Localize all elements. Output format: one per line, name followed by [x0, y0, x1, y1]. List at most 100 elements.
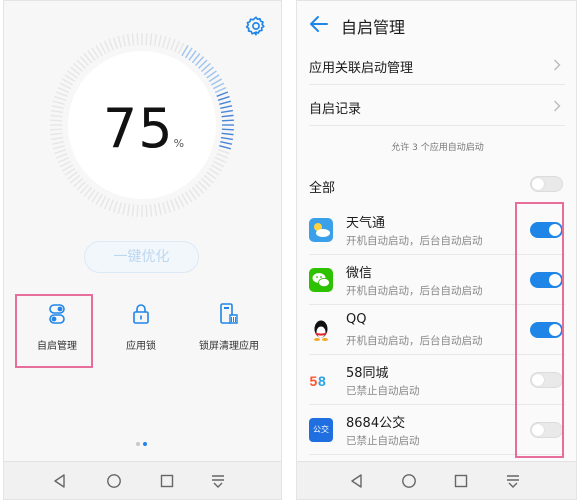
row-label: 应用关联启动管理 — [309, 61, 414, 76]
gauge-tick — [57, 86, 70, 94]
feature-lockscreen-clean[interactable]: 锁屏清理应用 — [184, 297, 274, 352]
gauge-tick — [173, 40, 181, 53]
back-arrow-icon[interactable] — [309, 15, 329, 33]
gauge-tick — [122, 34, 127, 47]
gauge-tick — [177, 195, 185, 208]
app-status: 开机自动启动，后台自动启动 — [346, 235, 483, 247]
back-triangle-icon[interactable] — [52, 473, 68, 489]
app-status: 开机自动启动，后台自动启动 — [346, 335, 483, 347]
gauge-tick — [157, 203, 162, 216]
58-tongcheng-icon: 5 8 — [310, 373, 327, 389]
gauge-tick — [108, 199, 114, 212]
chevron-right-icon — [554, 59, 561, 71]
navigation-bar — [297, 461, 576, 499]
8684-bus-icon: 公交 — [309, 418, 333, 442]
score-value: 75 — [102, 97, 174, 160]
gauge-tick — [145, 204, 148, 217]
gauge-tick — [145, 33, 148, 46]
gauge-tick — [99, 195, 107, 208]
gauge-tick — [216, 91, 229, 97]
home-circle-icon[interactable] — [401, 473, 417, 489]
gauge-tick — [170, 38, 176, 51]
highlight-box — [515, 202, 564, 458]
app-name: 天气通 — [346, 216, 386, 231]
weather-app-icon — [309, 218, 333, 242]
row-label: 自启记录 — [309, 102, 362, 117]
home-circle-icon[interactable] — [106, 473, 122, 489]
gauge-tick — [210, 164, 223, 172]
qq-penguin-icon — [314, 320, 328, 341]
gauge-tick — [153, 34, 158, 47]
gauge-tick — [149, 204, 153, 217]
gauge-tick — [112, 200, 118, 213]
gauge-tick — [149, 33, 153, 46]
gauge-tick — [95, 44, 103, 57]
app-status: 已禁止自动启动 — [346, 385, 420, 397]
gauge-tick — [103, 197, 111, 210]
all-label: 全部 — [309, 181, 336, 196]
chevron-right-icon — [554, 100, 561, 112]
gauge-tick — [173, 197, 181, 210]
gauge-tick — [122, 203, 127, 216]
gauge-tick — [181, 44, 189, 57]
optimize-button[interactable]: 一键优化 — [84, 241, 199, 273]
associated-launch-row[interactable]: 应用关联启动管理 — [309, 45, 565, 85]
gauge-tick — [162, 202, 167, 215]
gauge-tick — [212, 160, 225, 168]
gauge-tick — [126, 34, 131, 47]
page-dot-active — [143, 442, 147, 446]
gauge-tick — [55, 91, 68, 97]
gauge-tick — [157, 34, 162, 47]
phone-manager-screen: 75% 一键优化 自启管理 应用锁 锁屏清理应用 — [3, 0, 282, 500]
gauge-tick — [162, 35, 167, 48]
gauge-tick — [166, 200, 172, 213]
notification-pull-icon[interactable] — [210, 473, 226, 489]
gauge-tick — [131, 204, 135, 217]
startup-manager-screen: 自启管理 应用关联启动管理 自启记录 允许 3 个应用自动启动 全部 天气通 开… — [296, 0, 577, 500]
gauge-tick — [153, 203, 158, 216]
gauge-tick — [59, 160, 72, 168]
svg-text:8: 8 — [318, 373, 326, 389]
app-status: 开机自动启动，后台自动启动 — [346, 285, 483, 297]
gear-icon[interactable] — [245, 15, 267, 37]
gauge-tick — [136, 204, 139, 217]
page-title: 自启管理 — [341, 18, 406, 37]
gauge-tick — [108, 38, 114, 51]
recents-square-icon[interactable] — [453, 473, 469, 489]
score-unit: % — [173, 137, 185, 150]
gauge-tick — [166, 37, 172, 50]
allowed-apps-note: 允许 3 个应用自动启动 — [391, 143, 484, 153]
lock-screen-clean-icon — [220, 303, 238, 324]
title-bar: 自启管理 — [297, 1, 576, 47]
page-indicator — [134, 442, 154, 448]
recents-square-icon[interactable] — [159, 473, 175, 489]
feature-label: 应用锁 — [126, 341, 156, 352]
gauge-tick — [61, 78, 74, 86]
wechat-icon — [309, 268, 333, 292]
gauge-tick — [177, 42, 185, 55]
startup-records-row[interactable]: 自启记录 — [309, 86, 565, 126]
gauge-tick — [117, 35, 122, 48]
gauge-tick — [170, 199, 176, 212]
toggle-knob — [532, 178, 544, 190]
gauge-tick — [181, 193, 189, 206]
notification-pull-icon[interactable] — [505, 473, 521, 489]
svg-text:5: 5 — [310, 373, 318, 389]
gauge-tick — [214, 86, 227, 94]
gauge-tick — [61, 164, 74, 172]
score-display: 75% — [4, 97, 281, 160]
all-toggle[interactable] — [530, 176, 563, 192]
gauge-tick — [131, 33, 135, 46]
gauge-tick — [210, 78, 223, 86]
gauge-tick — [117, 202, 122, 215]
app-name: QQ — [346, 312, 367, 327]
feature-app-lock[interactable]: 应用锁 — [96, 297, 186, 352]
gauge-tick — [103, 40, 111, 53]
app-name: 微信 — [346, 266, 373, 281]
back-triangle-icon[interactable] — [349, 473, 365, 489]
gauge-tick — [136, 33, 139, 46]
gauge-tick — [126, 203, 131, 216]
gauge-tick — [99, 42, 107, 55]
app-name: 58同城 — [346, 366, 389, 381]
bus-icon-text: 公交 — [313, 424, 329, 434]
